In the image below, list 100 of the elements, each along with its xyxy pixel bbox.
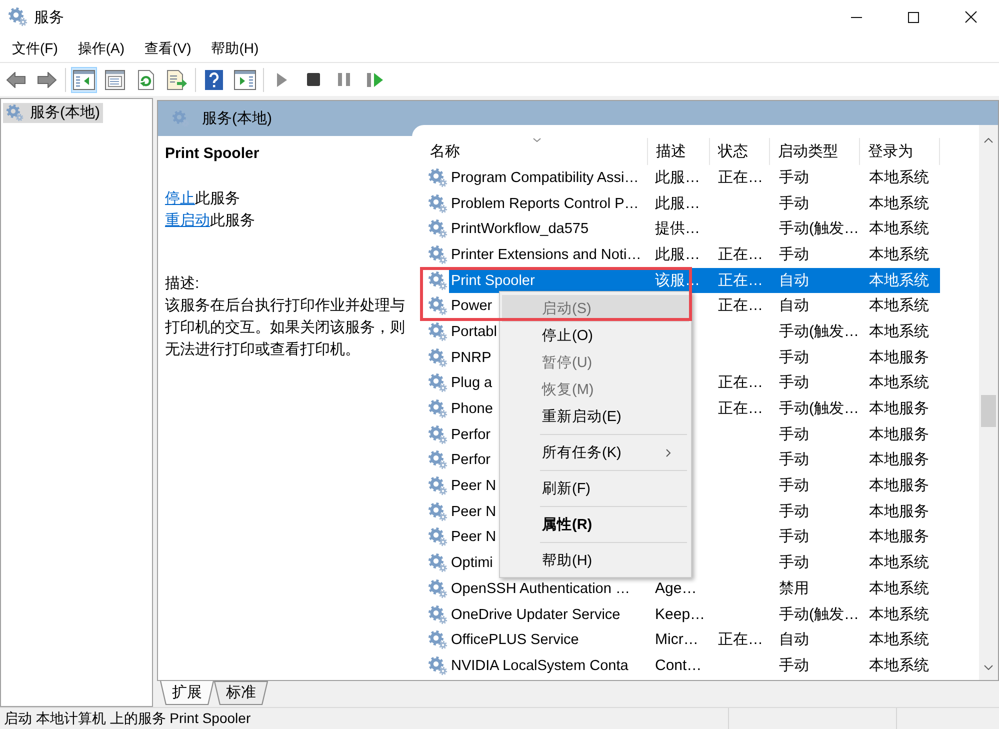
service-description: 此服… — [655, 194, 700, 212]
service-status: 正在… — [718, 297, 763, 314]
window-pane-icon — [234, 70, 256, 90]
log-on-account: 本地服务 — [869, 348, 929, 366]
service-name[interactable]: Power — [451, 298, 492, 314]
log-on-account: 本地系统 — [869, 168, 929, 186]
column-header[interactable]: 描述 — [648, 138, 710, 165]
service-name[interactable]: Print Spooler — [451, 272, 535, 289]
log-on-account: 本地系统 — [869, 322, 929, 340]
window-title: 服务 — [34, 8, 64, 26]
close-icon — [964, 11, 976, 23]
context-menu-item[interactable]: 停止(O) — [502, 322, 689, 349]
service-name[interactable]: PNRP — [451, 350, 492, 366]
context-menu-item[interactable]: 重新启动(E) — [502, 403, 689, 430]
scroll-thumb[interactable] — [981, 395, 996, 427]
service-name[interactable]: OneDrive Updater Service — [451, 606, 620, 623]
service-status: 正在… — [718, 631, 763, 648]
gear-icon — [428, 399, 448, 420]
gear-icon — [6, 104, 24, 122]
menu-item[interactable]: 操作(A) — [68, 36, 135, 60]
service-name[interactable]: Peer N — [451, 504, 496, 520]
right-arrow-icon — [37, 72, 57, 88]
stop-icon — [306, 73, 320, 86]
refresh-icon — [136, 70, 156, 90]
log-on-account: 本地系统 — [869, 606, 929, 623]
service-status: 正在… — [718, 168, 763, 186]
context-menu-item[interactable]: 帮助(H) — [502, 547, 689, 574]
service-status: 正在… — [718, 246, 763, 263]
menu-item[interactable]: 文件(F) — [2, 36, 68, 60]
column-header[interactable]: 启动类型 — [770, 138, 860, 165]
service-name[interactable]: NVIDIA LocalSystem Conta — [451, 658, 628, 674]
service-name[interactable]: OfficePLUS Service — [451, 632, 579, 648]
startup-type: 手动 — [779, 502, 809, 520]
service-action-link[interactable]: 停止 — [165, 190, 195, 207]
startup-type: 手动(触发… — [779, 400, 859, 418]
service-name[interactable]: Perfor — [451, 426, 490, 443]
help-icon — [205, 70, 223, 90]
bar-play-icon — [367, 72, 383, 86]
startup-type: 自动 — [779, 272, 809, 289]
gear-icon — [428, 553, 448, 574]
context-menu-item[interactable]: 刷新(F) — [502, 475, 689, 502]
description-text: 该服务在后台执行打印作业并处理与打印机的交互。如果关闭该服务，则无法进行打印或查看打印机。 — [165, 296, 406, 360]
gear-icon — [428, 424, 448, 445]
gear-icon — [428, 322, 448, 342]
startup-type: 手动(触发… — [779, 606, 859, 623]
startup-type: 手动 — [779, 426, 809, 443]
service-action-text: 停止此服务 — [165, 189, 241, 209]
panel-title: 服务(本地) — [202, 109, 272, 128]
service-name[interactable]: Plug a — [451, 375, 492, 392]
log-on-account: 本地系统 — [869, 297, 929, 314]
service-description: 提供… — [655, 220, 700, 238]
gear-icon — [428, 244, 448, 265]
log-on-account: 本地服务 — [869, 502, 929, 520]
log-on-account: 本地服务 — [869, 451, 929, 468]
status-text: 启动 本地计算机 上的服务 Print Spooler — [4, 710, 251, 726]
service-description: Keep… — [655, 606, 706, 623]
console-tree-button[interactable] — [71, 66, 97, 92]
gear-icon — [428, 604, 448, 625]
startup-type: 手动 — [779, 477, 809, 494]
column-header[interactable]: 名称 — [420, 138, 648, 165]
gear-icon — [428, 373, 448, 394]
context-menu-item[interactable]: 属性(R) — [502, 511, 689, 538]
service-status: 正在… — [718, 400, 763, 418]
startup-type: 手动 — [779, 528, 809, 546]
log-on-account: 本地系统 — [869, 246, 929, 263]
menu-item[interactable]: 帮助(H) — [201, 36, 269, 60]
column-header[interactable]: 登录为 — [860, 138, 940, 165]
scroll-down-icon[interactable] — [984, 665, 993, 670]
scroll-up-icon[interactable] — [984, 138, 993, 143]
service-name[interactable]: PrintWorkflow_da575 — [451, 221, 589, 238]
view-tab[interactable]: 标准 — [214, 681, 268, 705]
service-name[interactable]: Printer Extensions and Noti… — [451, 246, 642, 263]
window-list-icon — [105, 70, 125, 90]
service-name[interactable]: Problem Reports Control P… — [451, 196, 639, 212]
startup-type: 手动(触发… — [779, 322, 859, 340]
left-arrow-icon — [6, 72, 26, 88]
tree-item[interactable]: 服务(本地) — [3, 103, 103, 123]
play-icon — [277, 72, 287, 86]
service-title: Print Spooler — [165, 145, 260, 163]
window-pane-icon — [73, 70, 95, 90]
service-name[interactable]: Peer N — [451, 529, 496, 546]
view-tab[interactable]: 扩展 — [160, 681, 214, 705]
gear-icon — [428, 527, 448, 548]
service-name[interactable]: Perfor — [451, 452, 490, 468]
service-name[interactable]: Phone — [451, 401, 493, 418]
column-header[interactable]: 状态 — [710, 138, 770, 165]
gear-icon — [428, 168, 448, 188]
startup-type: 手动 — [779, 554, 809, 572]
service-name[interactable]: OpenSSH Authentication … — [451, 580, 630, 597]
scrollbar[interactable] — [979, 125, 998, 680]
startup-type: 手动 — [779, 451, 809, 468]
service-action-link[interactable]: 重启动 — [165, 212, 210, 229]
startup-type: 手动(触发… — [779, 220, 859, 238]
service-name[interactable]: Program Compatibility Assi… — [451, 170, 639, 186]
gear-icon — [8, 7, 28, 27]
service-name[interactable]: Optimi — [451, 555, 493, 572]
context-menu-item[interactable]: 所有任务(K) — [502, 439, 689, 466]
menu-item[interactable]: 查看(V) — [134, 36, 202, 60]
service-name[interactable]: Portabl — [451, 324, 497, 340]
service-name[interactable]: Peer N — [451, 478, 496, 494]
